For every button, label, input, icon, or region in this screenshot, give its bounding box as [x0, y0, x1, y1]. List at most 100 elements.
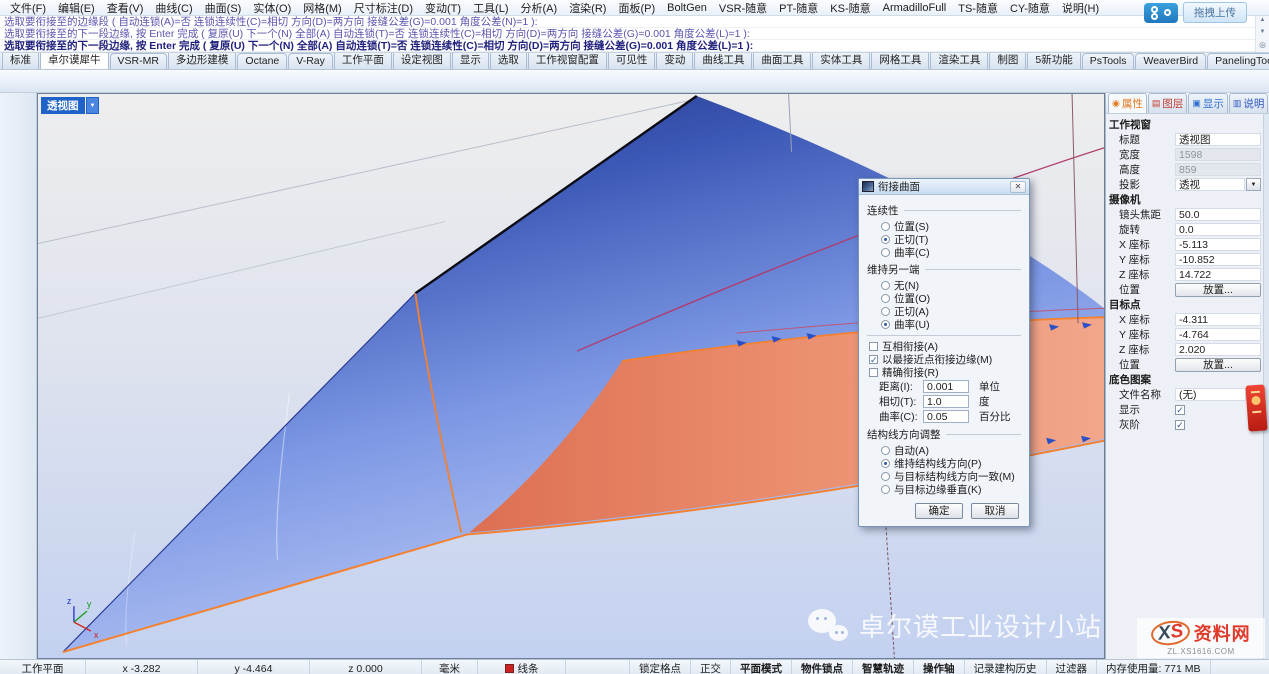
scroll-up-icon[interactable]: ▲: [1260, 17, 1266, 23]
fillet-icon[interactable]: [671, 71, 691, 91]
menu-item[interactable]: 分析(A): [515, 0, 564, 17]
join-icon[interactable]: [625, 71, 645, 91]
status-cell[interactable]: 毫米: [422, 660, 478, 674]
tolerance-input[interactable]: 0.001: [923, 380, 969, 393]
paste-icon[interactable]: [303, 71, 323, 91]
point-cloud-icon[interactable]: [19, 393, 36, 419]
toolbar-tab[interactable]: VSR-MR: [110, 53, 167, 69]
render-cube-icon[interactable]: [96, 71, 116, 91]
group-icon[interactable]: [1, 447, 18, 473]
menu-item[interactable]: 文件(F): [4, 0, 52, 17]
filename-value[interactable]: (无): [1175, 388, 1246, 401]
array-points-icon[interactable]: [19, 366, 36, 392]
ellipse-icon[interactable]: [19, 150, 36, 176]
panel-tab[interactable]: ▥ 说明: [1229, 93, 1269, 113]
close-icon[interactable]: ✕: [1010, 181, 1026, 193]
block-icon[interactable]: [1, 474, 18, 500]
drag-icon[interactable]: [19, 420, 36, 446]
blend-icon[interactable]: [855, 71, 875, 91]
person-icon[interactable]: [188, 71, 208, 91]
grid-icon[interactable]: [464, 71, 484, 91]
render-sphere-icon[interactable]: [73, 71, 93, 91]
patch-icon[interactable]: [832, 71, 852, 91]
toolbar-tab[interactable]: PsTools: [1082, 53, 1135, 69]
menu-item[interactable]: 实体(O): [247, 0, 297, 17]
freeform-icon[interactable]: [19, 204, 36, 230]
text-icon[interactable]: [1, 420, 18, 446]
notes-icon[interactable]: [234, 71, 254, 91]
other-end-radio[interactable]: 位置(O): [867, 292, 1021, 305]
extend-icon[interactable]: [648, 71, 668, 91]
property-value[interactable]: 2.020: [1175, 343, 1261, 356]
hatch-icon[interactable]: [19, 447, 36, 473]
curve-edit-icon[interactable]: [1, 393, 18, 419]
command-line[interactable]: 选取要衔接至的下一段边缘, 按 Enter 完成 ( 复原(U) 下一个(N) …: [0, 28, 1269, 40]
menu-item[interactable]: 渲染(R): [563, 0, 612, 17]
mirror-icon[interactable]: [533, 71, 553, 91]
loft-icon[interactable]: [763, 71, 783, 91]
property-value[interactable]: 859: [1175, 163, 1261, 176]
menu-item[interactable]: 说明(H): [1056, 0, 1105, 17]
cancel-button[interactable]: 取消: [971, 503, 1019, 519]
viewport-title-tab[interactable]: 透视图 ▼: [41, 97, 99, 114]
sweep-icon[interactable]: [786, 71, 806, 91]
tolerance-input[interactable]: 1.0: [923, 395, 969, 408]
viewport-title[interactable]: 透视图: [41, 97, 85, 114]
panel-tab[interactable]: ▣ 显示: [1188, 93, 1228, 113]
cylinder-icon[interactable]: [1, 285, 18, 311]
property-value[interactable]: -4.764: [1175, 328, 1261, 341]
toolbar-tab[interactable]: Octane: [237, 53, 287, 69]
materials-icon[interactable]: [50, 71, 70, 91]
menu-item[interactable]: TS-随意: [952, 0, 1004, 17]
polygon-icon[interactable]: [1, 204, 18, 230]
menu-item[interactable]: 查看(V): [101, 0, 150, 17]
point-icon[interactable]: [19, 96, 36, 122]
menu-item[interactable]: PT-随意: [773, 0, 824, 17]
status-cell[interactable]: y -4.464: [198, 660, 310, 674]
command-line[interactable]: 选取要衔接至的边缘段 ( 自动连锁(A)=否 连锁连续性(C)=相切 方向(D)…: [0, 16, 1269, 28]
status-toggle[interactable]: 平面模式: [731, 660, 792, 674]
control-curve-icon[interactable]: [19, 123, 36, 149]
points-icon[interactable]: [441, 71, 461, 91]
image-icon[interactable]: [165, 71, 185, 91]
menu-item[interactable]: 工具(L): [467, 0, 514, 17]
surface-3pt-icon[interactable]: [1, 231, 18, 257]
grid-snap-icon[interactable]: [19, 474, 36, 500]
status-toggle[interactable]: 记录建构历史: [965, 660, 1047, 674]
match-icon[interactable]: [878, 71, 898, 91]
split-icon[interactable]: [602, 71, 622, 91]
sweep2-icon[interactable]: [19, 231, 36, 257]
analyze-icon[interactable]: [901, 71, 921, 91]
property-value[interactable]: -4.311: [1175, 313, 1261, 326]
circle-icon[interactable]: [1, 150, 18, 176]
property-value[interactable]: 透视图: [1175, 133, 1261, 146]
rectangle-icon[interactable]: [19, 177, 36, 203]
status-toggle[interactable]: 过滤器: [1047, 660, 1098, 674]
property-value[interactable]: 14.722: [1175, 268, 1261, 281]
polyline-icon[interactable]: [1, 123, 18, 149]
box-icon[interactable]: [1, 258, 18, 284]
command-options-icon[interactable]: ⊛: [1259, 40, 1267, 51]
menu-item[interactable]: CY-随意: [1004, 0, 1056, 17]
circle-tool-icon[interactable]: [349, 71, 369, 91]
place-button[interactable]: 放置...: [1175, 283, 1261, 297]
ok-button[interactable]: 确定: [915, 503, 963, 519]
panel-tab[interactable]: ▤ 图层: [1148, 93, 1188, 113]
trim-icon[interactable]: [579, 71, 599, 91]
teapot-icon[interactable]: [257, 71, 277, 91]
move-icon[interactable]: [487, 71, 507, 91]
status-cell[interactable]: z 0.000: [310, 660, 422, 674]
other-end-radio[interactable]: 无(N): [867, 279, 1021, 292]
promo-sticker[interactable]: [1245, 384, 1267, 431]
explode-icon[interactable]: [19, 312, 36, 338]
status-toggle[interactable]: 锁定格点: [630, 660, 691, 674]
menu-item[interactable]: 网格(M): [297, 0, 348, 17]
property-value[interactable]: 0.0: [1175, 223, 1261, 236]
fillet-corner-icon[interactable]: [1, 339, 18, 365]
continuity-radio[interactable]: 位置(S): [867, 220, 1021, 233]
toolbar-tab[interactable]: V-Ray: [288, 53, 333, 69]
other-end-radio[interactable]: 正切(A): [867, 305, 1021, 318]
swap-icon[interactable]: [510, 71, 530, 91]
dialog-title-bar[interactable]: 衔接曲面 ✕: [859, 179, 1029, 195]
frame-icon[interactable]: [326, 71, 346, 91]
